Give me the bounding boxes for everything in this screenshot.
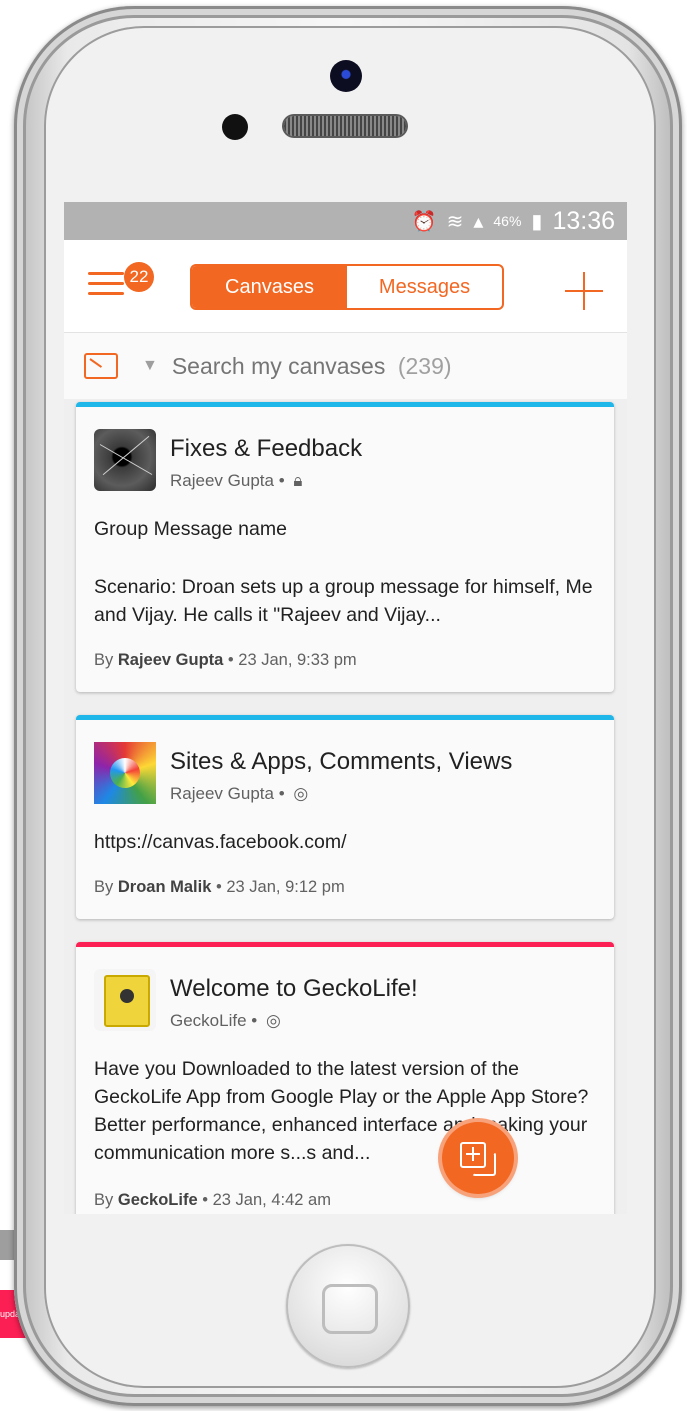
meta-by-prefix: By [94,651,114,669]
filter-dropdown-icon[interactable]: ▼ [142,357,158,375]
meta-author[interactable]: GeckoLife [118,1191,198,1209]
meta-by-prefix: By [94,1191,114,1209]
meta-date: 23 Jan, 9:33 pm [238,651,357,669]
plus-icon[interactable] [565,272,603,310]
canvas-card[interactable]: Fixes & Feedback Rajeev Gupta • 🔒︎ Group… [76,402,614,692]
author-separator: • [278,784,290,803]
canvas-thumbnail [94,429,156,491]
new-canvas-icon-back [472,1152,496,1176]
card-author: Rajeev Gupta [170,471,274,490]
author-separator: • [251,1011,262,1030]
home-button[interactable] [286,1244,410,1368]
card-body[interactable]: https://canvas.facebook.com/ [94,828,596,856]
card-meta: By GeckoLife • 23 Jan, 4:42 am [94,1191,331,1210]
proximity-sensor [222,114,248,140]
status-time: 13:36 [552,206,615,235]
home-square-icon [322,1284,378,1334]
app-screen: ⏰ ≋ ▴ 46% ▮ 13:36 22 Canvases Messages ▼… [64,202,627,1214]
card-body: Group Message name [94,518,287,540]
card-body-continued: Scenario: Droan sets up a group message … [94,576,593,626]
card-title: Fixes & Feedback [170,435,363,462]
card-author: GeckoLife [170,1011,247,1030]
card-title: Welcome to GeckoLife! [170,975,418,1002]
battery-icon: ▮ [531,210,543,233]
view-switcher: Canvases Messages [190,264,504,310]
battery-percent: 46% [493,213,522,229]
meta-date: 23 Jan, 9:12 pm [226,878,345,896]
hamburger-icon[interactable] [88,272,124,298]
card-author-line: GeckoLife • ◎ [170,1011,281,1031]
meta-separator: • [215,878,227,896]
tab-messages[interactable]: Messages [347,266,502,308]
canvas-icon[interactable] [84,353,118,379]
canvas-thumbnail [94,969,156,1031]
card-body: Have you Downloaded to the latest versio… [94,1058,589,1164]
search-count: (239) [397,352,452,379]
wifi-icon: ≋ [446,210,464,233]
meta-separator: • [202,1191,213,1209]
tab-canvases[interactable]: Canvases [192,266,347,308]
search-bar: ▼ (239) [64,332,627,399]
card-meta: By Rajeev Gupta • 23 Jan, 9:33 pm [94,651,357,670]
meta-by-prefix: By [94,878,114,896]
canvas-card[interactable]: Welcome to GeckoLife! GeckoLife • ◎ Have… [76,942,614,1214]
card-author-line: Rajeev Gupta • 🔒︎ [170,471,302,491]
canvas-card[interactable]: Sites & Apps, Comments, Views Rajeev Gup… [76,715,614,919]
globe-icon: ◎ [293,784,309,803]
card-title: Sites & Apps, Comments, Views [170,748,513,775]
globe-icon: ◎ [265,1011,281,1030]
author-separator: • [278,471,290,490]
meta-author[interactable]: Droan Malik [118,878,212,896]
signal-icon: ▴ [473,210,484,233]
search-input[interactable] [171,352,392,380]
meta-author[interactable]: Rajeev Gupta [118,651,223,669]
alarm-icon: ⏰ [411,210,437,233]
card-meta: By Droan Malik • 23 Jan, 9:12 pm [94,878,345,897]
card-author: Rajeev Gupta [170,784,274,803]
meta-separator: • [227,651,239,669]
front-camera [330,60,362,92]
notification-badge: 22 [124,262,154,292]
card-author-line: Rajeev Gupta • ◎ [170,784,308,804]
earpiece-speaker [284,116,406,136]
meta-date: 23 Jan, 4:42 am [212,1191,331,1209]
status-bar: ⏰ ≋ ▴ 46% ▮ 13:36 [64,202,627,240]
lock-icon: 🔒︎ [293,471,303,490]
new-canvas-button[interactable] [442,1122,514,1194]
canvas-thumbnail [94,742,156,804]
